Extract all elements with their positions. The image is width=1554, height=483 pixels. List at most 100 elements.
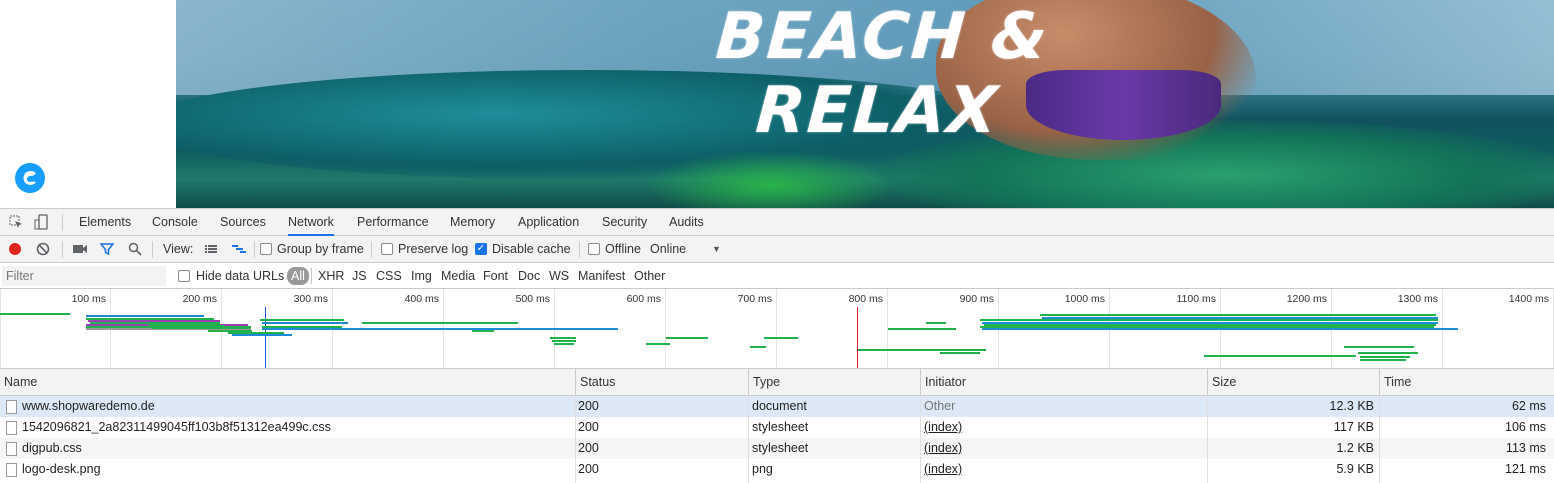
column-header-time[interactable]: Time xyxy=(1379,369,1554,396)
request-initiator-link[interactable]: (index) xyxy=(924,417,962,438)
overview-request-bar xyxy=(232,334,292,336)
network-toolbar: View: Group by frame Preserve log ✓ Disa… xyxy=(0,236,1554,263)
tab-network[interactable]: Network xyxy=(288,209,334,236)
filter-type-xhr[interactable]: XHR xyxy=(318,263,344,289)
overview-tick-label: 300 ms xyxy=(293,293,328,305)
table-row[interactable]: digpub.css 200 stylesheet (index) 1.2 KB… xyxy=(0,438,1554,459)
tab-security[interactable]: Security xyxy=(602,209,647,236)
column-header-status[interactable]: Status xyxy=(575,369,748,396)
request-name: digpub.css xyxy=(22,441,82,455)
devtools-panel: Elements Console Sources Network Perform… xyxy=(0,208,1554,483)
overview-tick-label: 100 ms xyxy=(71,293,106,305)
column-header-size[interactable]: Size xyxy=(1207,369,1379,396)
stylesheet-file-icon xyxy=(6,421,17,435)
request-type: stylesheet xyxy=(752,441,809,455)
hero-banner-image: BEACH & RELAX xyxy=(176,0,1554,208)
disable-cache-checkbox[interactable]: ✓ xyxy=(475,243,487,255)
table-row[interactable]: www.shopwaredemo.de 200 document Other 1… xyxy=(0,396,1554,417)
request-initiator-link[interactable]: (index) xyxy=(924,438,962,459)
column-header-type[interactable]: Type xyxy=(748,369,920,396)
network-overview-timeline[interactable]: 100 ms 200 ms 300 ms 400 ms 500 ms 600 ms 700 … xyxy=(0,289,1554,369)
filter-type-all[interactable]: All xyxy=(287,267,309,285)
overview-request-bar xyxy=(888,328,956,330)
request-type: png xyxy=(752,462,773,476)
image-file-icon xyxy=(6,463,17,477)
inspect-element-icon[interactable] xyxy=(8,214,24,230)
request-size: 1.2 KB xyxy=(1336,441,1374,455)
filter-type-doc[interactable]: Doc xyxy=(518,263,540,289)
table-row[interactable]: 1542096821_2a82311499045ff103b8f51312ea4… xyxy=(0,417,1554,438)
column-header-name[interactable]: Name xyxy=(0,369,575,396)
clear-icon[interactable] xyxy=(35,241,51,257)
capture-screenshots-icon[interactable] xyxy=(72,241,88,257)
overview-request-bar xyxy=(1344,346,1414,348)
tab-elements[interactable]: Elements xyxy=(79,209,131,236)
search-icon[interactable] xyxy=(127,241,143,257)
request-initiator-link[interactable]: (index) xyxy=(924,459,962,480)
overview-request-bar xyxy=(666,337,708,339)
column-header-initiator[interactable]: Initiator xyxy=(920,369,1207,396)
filter-type-ws[interactable]: WS xyxy=(549,263,569,289)
overview-tick-label: 700 ms xyxy=(737,293,772,305)
overview-tick-label: 1000 ms xyxy=(1064,293,1105,305)
request-time: 121 ms xyxy=(1505,462,1546,476)
overview-request-bar xyxy=(1042,317,1438,319)
overview-tick-label: 1400 ms xyxy=(1508,293,1549,305)
filter-type-font[interactable]: Font xyxy=(483,263,508,289)
filter-type-other[interactable]: Other xyxy=(634,263,665,289)
throttling-select[interactable]: Online ▼ xyxy=(650,236,722,262)
tab-audits[interactable]: Audits xyxy=(669,209,704,236)
overview-request-bar xyxy=(0,313,70,315)
filter-type-img[interactable]: Img xyxy=(411,263,432,289)
overview-request-bar xyxy=(362,322,518,324)
preserve-log-label: Preserve log xyxy=(398,242,469,256)
throttling-value: Online xyxy=(650,242,687,256)
overview-gridline xyxy=(665,289,666,368)
filter-type-css[interactable]: CSS xyxy=(376,263,402,289)
overview-tick-label: 1200 ms xyxy=(1286,293,1327,305)
request-initiator: Other xyxy=(924,399,956,413)
filter-type-media[interactable]: Media xyxy=(441,263,475,289)
group-by-frame-checkbox[interactable] xyxy=(260,243,272,255)
filter-bar: Hide data URLs All XHR JS CSS Img Media … xyxy=(0,263,1554,289)
overview-tick-label: 400 ms xyxy=(404,293,439,305)
filter-input[interactable] xyxy=(2,266,166,286)
filter-icon[interactable] xyxy=(99,241,115,257)
preserve-log-checkbox[interactable] xyxy=(381,243,393,255)
overview-request-bar xyxy=(260,319,344,321)
overview-request-bar xyxy=(926,322,946,324)
request-name: logo-desk.png xyxy=(22,462,101,476)
device-toolbar-icon[interactable] xyxy=(33,214,49,230)
tab-sources[interactable]: Sources xyxy=(220,209,266,236)
overview-request-bar xyxy=(86,315,204,317)
request-status: 200 xyxy=(578,399,599,413)
overview-request-bar xyxy=(980,319,1438,321)
offline-label: Offline xyxy=(605,242,641,256)
filter-type-manifest[interactable]: Manifest xyxy=(578,263,625,289)
large-request-rows-icon[interactable] xyxy=(203,241,219,257)
shopware-logo-icon[interactable] xyxy=(15,163,45,193)
request-time: 62 ms xyxy=(1511,399,1546,413)
overview-request-bar xyxy=(550,337,576,339)
hide-data-urls-checkbox[interactable] xyxy=(178,270,190,282)
request-name: 1542096821_2a82311499045ff103b8f51312ea4… xyxy=(22,420,331,434)
table-row[interactable]: logo-desk.png 200 png (index) 5.9 KB 121… xyxy=(0,459,1554,480)
overview-request-bar xyxy=(1204,355,1356,357)
overview-request-bar xyxy=(152,327,250,329)
tab-application[interactable]: Application xyxy=(518,209,579,236)
request-time: 106 ms xyxy=(1505,420,1546,434)
overview-request-bar xyxy=(472,330,494,332)
request-size: 117 KB xyxy=(1333,420,1374,434)
tab-memory[interactable]: Memory xyxy=(450,209,495,236)
overview-request-bar xyxy=(1360,356,1410,358)
record-icon[interactable] xyxy=(7,241,23,257)
waterfall-overview-icon[interactable] xyxy=(231,241,247,257)
overview-request-bar xyxy=(1358,352,1418,354)
page-viewport: BEACH & RELAX xyxy=(0,0,1554,208)
filter-type-js[interactable]: JS xyxy=(352,263,367,289)
tab-performance[interactable]: Performance xyxy=(357,209,429,236)
request-time: 113 ms xyxy=(1505,441,1546,455)
offline-checkbox[interactable] xyxy=(588,243,600,255)
overview-tick-label: 200 ms xyxy=(182,293,217,305)
tab-console[interactable]: Console xyxy=(152,209,198,236)
